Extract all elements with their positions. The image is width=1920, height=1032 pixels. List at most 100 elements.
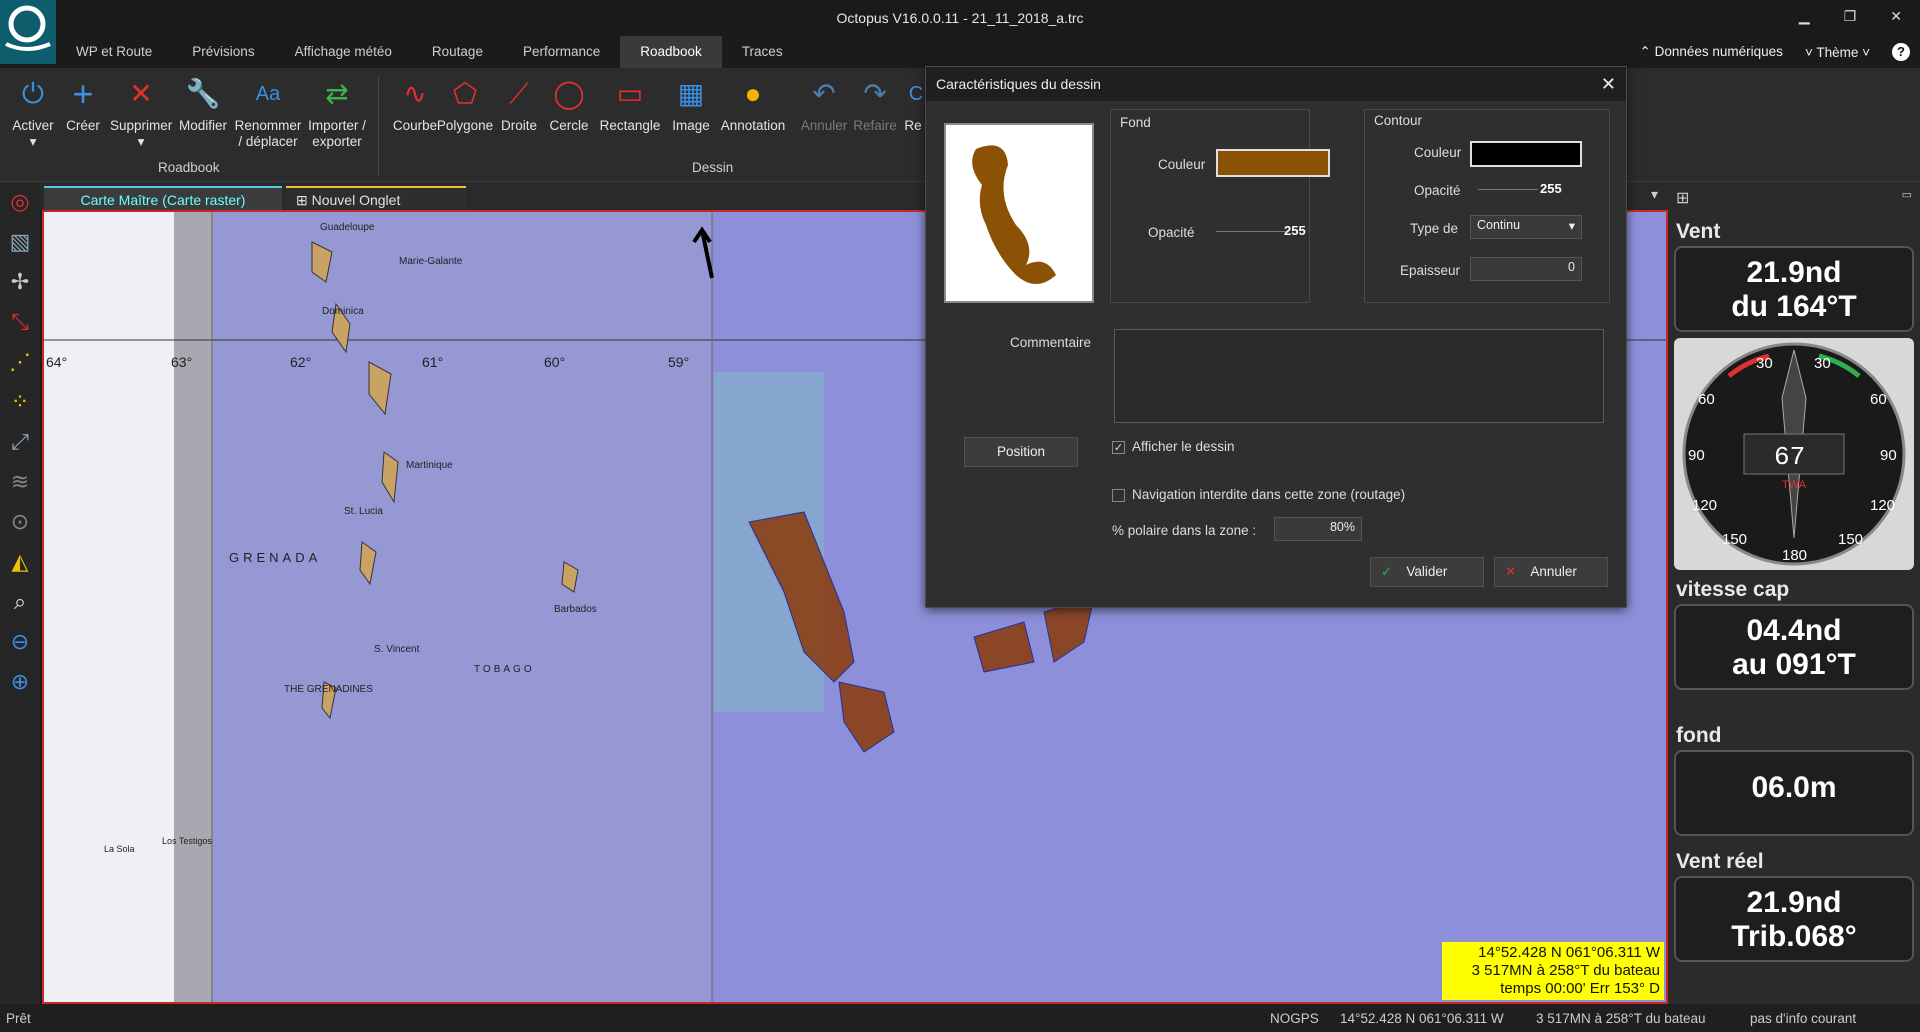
dialog-close-icon[interactable]: ✕	[1601, 67, 1616, 101]
annuler-ribbon-label: Annuler	[800, 118, 848, 133]
modifier-button[interactable]: 🔧 Modifier	[172, 74, 234, 134]
vent-reel-speed: 21.9nd	[1746, 886, 1842, 919]
gauge-tick: 120	[1870, 497, 1895, 514]
drawn-zone-3[interactable]	[973, 621, 1035, 673]
polygone-button[interactable]: ⬠ Polygone	[434, 74, 496, 134]
droite-label: Droite	[500, 118, 537, 133]
annotation-button[interactable]: ● Annotation	[716, 74, 790, 134]
contour-opacity-slider[interactable]	[1478, 189, 1538, 190]
annotation-label: Annotation	[720, 118, 786, 133]
place-label: Los Testigos	[162, 836, 212, 846]
tab-traces[interactable]: Traces	[722, 36, 803, 68]
polaire-input[interactable]: 80%	[1274, 517, 1362, 541]
panel-menu-icon[interactable]: ▭	[1902, 188, 1912, 201]
supprimer-button[interactable]: ✕ Supprimer ▾	[110, 74, 172, 150]
polaire-label: % polaire dans la zone :	[1112, 523, 1257, 538]
layers-icon[interactable]: ≋	[0, 462, 40, 502]
tab-roadbook[interactable]: Roadbook	[620, 36, 722, 68]
place-label: Marie-Galante	[399, 256, 463, 267]
place-label: Barbados	[554, 604, 597, 615]
restore-icon[interactable]: ❐	[1844, 8, 1857, 25]
image-label: Image	[672, 118, 710, 133]
gauge-tick: 120	[1692, 497, 1717, 514]
navigation-checkbox[interactable]	[1112, 489, 1125, 502]
image-button[interactable]: ▦ Image	[660, 74, 722, 134]
valider-label: Valider	[1406, 564, 1448, 579]
lat-label: 62°	[290, 354, 311, 370]
commentaire-textarea[interactable]	[1114, 329, 1604, 423]
rectangle-icon: ▭	[616, 78, 644, 109]
fond-opacity-slider[interactable]	[1216, 231, 1286, 232]
place-label: Guadeloupe	[320, 222, 375, 233]
fond-color-label: Couleur	[1158, 157, 1206, 172]
fond-color-swatch[interactable]	[1216, 149, 1330, 177]
afficher-checkbox[interactable]: ✓	[1112, 441, 1125, 454]
measure-icon[interactable]: ◭	[0, 542, 40, 582]
fond-title: fond	[1676, 724, 1722, 747]
twa-gauge: 30 30 60 60 90 90 120 120 150 150 180 67…	[1674, 338, 1914, 570]
vitesse-speed: 04.4nd	[1746, 614, 1842, 647]
contour-thickness-input[interactable]: 0	[1470, 257, 1582, 281]
chart-icon[interactable]: ▧	[0, 222, 40, 262]
plus-icon: +	[72, 73, 94, 114]
minimize-icon[interactable]: ▁	[1799, 8, 1810, 25]
numeric-data-label: Données numériques	[1654, 44, 1783, 59]
theme-menu[interactable]: ˅ Thème ˅	[1805, 45, 1870, 60]
contour-opacity-value: 255	[1540, 181, 1562, 196]
contour-type-value: Continu	[1477, 218, 1521, 232]
vent-direction: du 164°T	[1731, 290, 1857, 323]
route-blue-icon[interactable]: ⤢	[0, 422, 40, 462]
app-logo[interactable]	[0, 0, 56, 64]
commentaire-label: Commentaire	[1010, 335, 1092, 350]
waypoints-icon[interactable]: ⋰	[0, 342, 40, 382]
add-instrument-icon[interactable]: ⊞	[1676, 188, 1689, 208]
annuler-label: Annuler	[1530, 564, 1577, 579]
close-icon[interactable]: ✕	[1890, 8, 1902, 25]
tab-routage[interactable]: Routage	[412, 36, 503, 68]
lifebuoy-icon[interactable]: ◎	[0, 182, 40, 222]
place-label: TOBAGO	[474, 664, 535, 675]
renommer-button[interactable]: Aa Renommer / déplacer	[232, 74, 304, 150]
propeller-icon[interactable]: ✢	[0, 262, 40, 302]
contour-color-swatch[interactable]	[1470, 141, 1582, 167]
tab-affichage-meteo[interactable]: Affichage météo	[275, 36, 412, 68]
map-shelf-strip	[174, 212, 212, 1002]
vitesse-title: vitesse cap	[1676, 578, 1790, 601]
annuler-button[interactable]: ✕ Annuler	[1494, 557, 1608, 587]
tab-nouvel-onglet[interactable]: ⊞ Nouvel Onglet	[286, 186, 466, 210]
position-button[interactable]: Position	[964, 437, 1078, 467]
contour-type-select[interactable]: Continu ▾	[1470, 215, 1582, 239]
tab-previsions[interactable]: Prévisions	[172, 36, 274, 68]
vent-title: Vent	[1676, 220, 1721, 243]
gauge-tick: 30	[1756, 355, 1773, 372]
tabs-dropdown-icon[interactable]: ▾	[1651, 186, 1658, 203]
rectangle-button[interactable]: ▭ Rectangle	[594, 74, 666, 134]
image-icon: ▦	[677, 78, 705, 109]
zoom-icon[interactable]: ⌕	[0, 582, 40, 622]
rectangle-label: Rectangle	[599, 118, 661, 133]
zoom-in-icon[interactable]: ⊕	[0, 662, 40, 702]
tab-carte-maitre[interactable]: Carte Maître (Carte raster)	[44, 186, 282, 210]
drawn-zone-2[interactable]	[838, 681, 895, 753]
tab-wp-et-route[interactable]: WP et Route	[56, 36, 172, 68]
window-controls: ▁ ❐ ✕	[1799, 8, 1902, 25]
polygone-label: Polygone	[436, 118, 494, 133]
refaire-button[interactable]: ↷ Refaire	[844, 74, 906, 134]
creer-button[interactable]: + Créer	[52, 74, 114, 134]
compass-icon[interactable]: ⊙	[0, 502, 40, 542]
rename-icon: Aa	[255, 83, 281, 105]
gauge-tick: 60	[1698, 391, 1715, 408]
markers-icon[interactable]: ⁘	[0, 382, 40, 422]
zoom-out-icon[interactable]: ⊖	[0, 622, 40, 662]
cercle-button[interactable]: ◯ Cercle	[538, 74, 600, 134]
route-icon[interactable]: ⤡	[0, 302, 40, 342]
tab-performance[interactable]: Performance	[503, 36, 620, 68]
re-button[interactable]: C Re	[898, 74, 928, 134]
place-label: La Sola	[104, 844, 135, 854]
numeric-data-menu[interactable]: ⌃ Données numériques	[1640, 44, 1783, 60]
importer-button[interactable]: ⇄ Importer / exporter	[302, 74, 372, 150]
help-icon[interactable]: ?	[1892, 43, 1910, 61]
valider-button[interactable]: ✓ Valider	[1370, 557, 1484, 587]
vent-reel-title: Vent réel	[1676, 850, 1764, 873]
status-position: 14°52.428 N 061°06.311 W	[1340, 1011, 1504, 1026]
